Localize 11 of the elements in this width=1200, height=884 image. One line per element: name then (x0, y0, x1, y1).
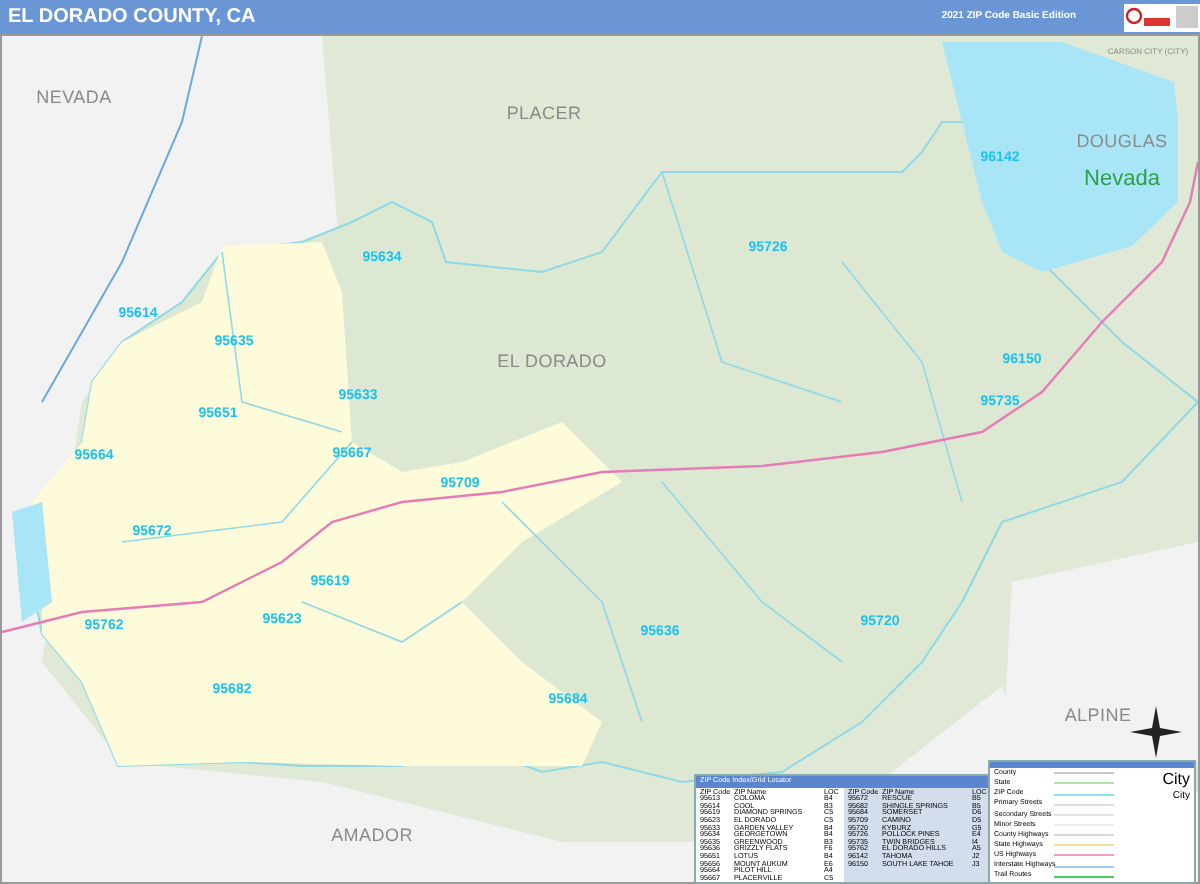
city-sample-label: City (1162, 772, 1190, 788)
region-label: ALPINE (1064, 707, 1132, 725)
region-label: NEVADA (36, 89, 112, 107)
map-title: EL DORADO COUNTY, CA (8, 4, 258, 32)
compass-rose-icon (1130, 706, 1182, 758)
region-label: EL DORADO (497, 353, 607, 371)
region-label: DOUGLAS (1076, 133, 1168, 151)
region-label: Nevada (1084, 169, 1160, 191)
logo-icon (1124, 3, 1200, 31)
region-label: PLACER (506, 105, 582, 123)
region-label: AMADOR (331, 827, 413, 845)
